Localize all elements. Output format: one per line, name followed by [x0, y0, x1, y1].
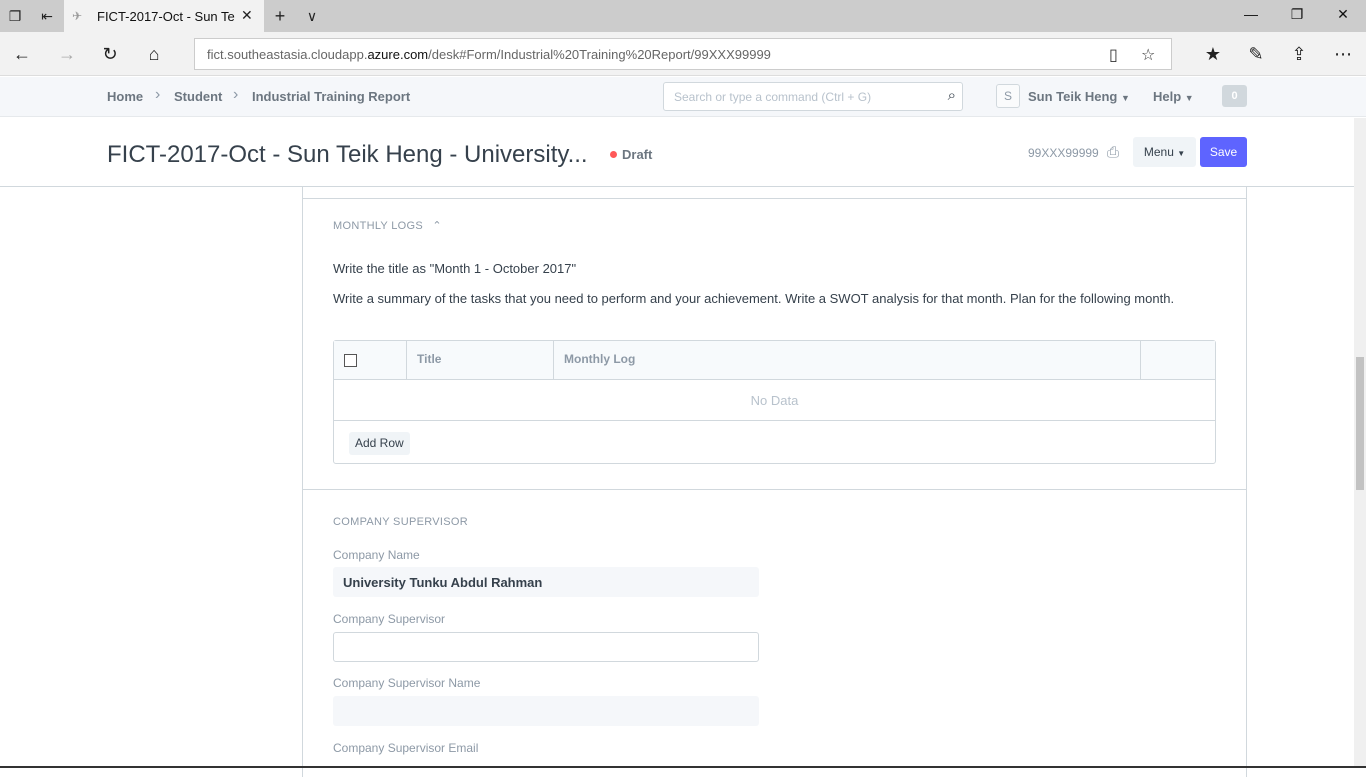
breadcrumb-home[interactable]: Home: [107, 89, 143, 104]
company-name-value: University Tunku Abdul Rahman: [333, 567, 759, 597]
section-divider: [303, 198, 1246, 199]
table-header: Title Monthly Log: [334, 341, 1215, 380]
column-title-label: Title: [417, 352, 442, 366]
caret-down-icon: ▼: [1120, 93, 1130, 103]
url-text: fict.southeastasia.cloudapp.azure.com/de…: [207, 47, 771, 62]
page-head: FICT-2017-Oct - Sun Teik Heng - Universi…: [0, 118, 1366, 187]
menu-button[interactable]: Menu ▼: [1133, 137, 1196, 167]
tab-title: FICT-2017-Oct - Sun Tei: [97, 9, 235, 24]
company-supervisor-input[interactable]: [333, 632, 759, 662]
select-all-column: [334, 341, 407, 380]
status-dot-icon: [610, 151, 617, 158]
chevron-right-icon: ›: [233, 86, 239, 103]
monthly-logs-description-1: Write the title as "Month 1 - October 20…: [333, 261, 577, 276]
page-title: FICT-2017-Oct - Sun Teik Heng - Universi…: [107, 141, 588, 168]
company-supervisor-name-value: [333, 696, 759, 726]
caret-down-icon: ▼: [1184, 93, 1194, 103]
monthly-logs-description-2: Write a summary of the tasks that you ne…: [333, 291, 1175, 306]
save-button[interactable]: Save: [1200, 137, 1247, 167]
restore-icon[interactable]: ❐: [1287, 6, 1307, 23]
column-monthly-log: Monthly Log: [554, 341, 1141, 380]
share-icon[interactable]: ⇪: [1287, 43, 1311, 65]
favorites-hub-icon[interactable]: ★: [1201, 43, 1225, 65]
company-name-label: Company Name: [333, 548, 420, 562]
scrollbar-thumb[interactable]: [1356, 357, 1364, 490]
set-aside-tabs-icon[interactable]: ⇤: [38, 7, 56, 25]
window-close-icon[interactable]: ✕: [1333, 6, 1353, 23]
select-all-checkbox[interactable]: [344, 354, 357, 367]
status-badge: Draft: [610, 147, 652, 162]
section-head-monthly-logs[interactable]: MONTHLY LOGS ⌃: [333, 219, 442, 232]
chevron-up-icon: ⌃: [432, 220, 442, 232]
forward-icon[interactable]: →: [55, 43, 79, 65]
breadcrumb-industrial-training-report[interactable]: Industrial Training Report: [252, 89, 410, 104]
search-placeholder: Search or type a command (Ctrl + G): [674, 90, 872, 104]
more-icon[interactable]: ⋯: [1331, 43, 1355, 65]
browser-navbar: ← → ↻ ⌂ fict.southeastasia.cloudapp.azur…: [0, 32, 1366, 76]
chevron-right-icon: ›: [155, 86, 161, 103]
print-icon[interactable]: ⎙: [1107, 144, 1119, 161]
help-menu[interactable]: Help ▼: [1153, 89, 1194, 104]
minimize-icon[interactable]: —: [1241, 6, 1261, 22]
user-menu[interactable]: Sun Teik Heng ▼: [1028, 89, 1130, 104]
home-icon[interactable]: ⌂: [142, 43, 166, 65]
company-supervisor-name-label: Company Supervisor Name: [333, 676, 481, 690]
section-divider: [303, 489, 1246, 490]
column-monthly-log-label: Monthly Log: [564, 352, 636, 366]
add-row-button[interactable]: Add Row: [349, 432, 410, 455]
browser-tab-bar: ❐ ⇤ ✈ FICT-2017-Oct - Sun Tei ✕ + ∨ — ❐ …: [0, 0, 1366, 32]
monthly-logs-table: Title Monthly Log No Data Add Row: [333, 340, 1216, 464]
tab-preview-chevron-icon[interactable]: ∨: [303, 7, 321, 25]
app-navbar: Home › Student › Industrial Training Rep…: [0, 77, 1366, 117]
avatar[interactable]: S: [996, 84, 1020, 108]
breadcrumb-student[interactable]: Student: [174, 89, 222, 104]
document-name: 99XXX99999: [1028, 146, 1099, 160]
no-data-message: No Data: [334, 381, 1215, 421]
company-supervisor-label: Company Supervisor: [333, 612, 446, 626]
address-bar[interactable]: fict.southeastasia.cloudapp.azure.com/de…: [194, 38, 1172, 70]
form-layout: MONTHLY LOGS ⌃ Write the title as "Month…: [302, 187, 1247, 777]
reading-view-icon[interactable]: ▯: [1109, 45, 1118, 65]
tab-manager-icon[interactable]: ❐: [6, 7, 24, 25]
column-title: Title: [407, 341, 554, 380]
search-input[interactable]: Search or type a command (Ctrl + G) ⌕: [663, 82, 963, 111]
caret-down-icon: ▼: [1177, 149, 1186, 158]
search-icon[interactable]: ⌕: [948, 87, 956, 104]
notification-badge[interactable]: 0: [1222, 85, 1247, 107]
refresh-icon[interactable]: ↻: [98, 43, 122, 65]
back-icon[interactable]: ←: [10, 43, 34, 65]
favorite-star-icon[interactable]: ☆: [1141, 45, 1155, 65]
tab-favicon-icon: ✈: [72, 9, 83, 23]
close-tab-icon[interactable]: ✕: [241, 7, 253, 24]
new-tab-icon[interactable]: +: [271, 7, 289, 25]
browser-tab[interactable]: ✈ FICT-2017-Oct - Sun Tei ✕: [64, 0, 264, 32]
section-head-company-supervisor: COMPANY SUPERVISOR: [333, 516, 468, 528]
web-note-icon[interactable]: ✎: [1244, 43, 1268, 65]
company-supervisor-email-label: Company Supervisor Email: [333, 741, 479, 755]
